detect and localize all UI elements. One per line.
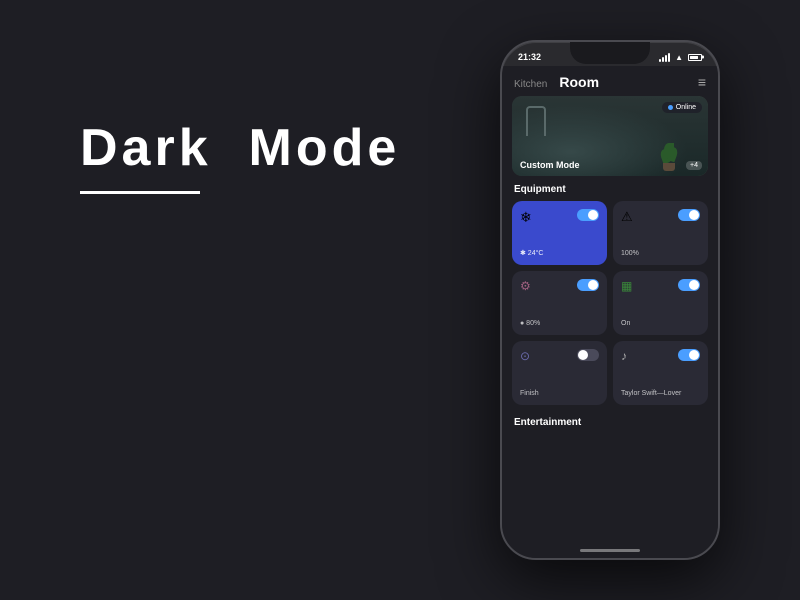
nav-left: Kitchen Room xyxy=(514,74,599,90)
finish-icon: ⊙ xyxy=(520,349,530,363)
ac-toggle[interactable] xyxy=(577,209,599,221)
equipment-card-finish[interactable]: ⊙ Finish xyxy=(512,341,607,405)
phone-outer: 21:32 ▲ Kitchen Room xyxy=(500,40,720,560)
equipment-card-ac[interactable]: ❄ ✱ 24°C xyxy=(512,201,607,265)
phone-mockup: 21:32 ▲ Kitchen Room xyxy=(500,40,720,560)
finish-value: Finish xyxy=(520,390,599,397)
plant-decoration xyxy=(660,136,678,171)
dimmer-toggle[interactable] xyxy=(577,279,599,291)
plug-icon: ▦ xyxy=(621,279,632,293)
wifi-icon: ▲ xyxy=(675,53,683,62)
home-indicator[interactable] xyxy=(580,549,640,552)
status-time: 21:32 xyxy=(518,52,541,62)
equipment-card-plug[interactable]: ▦ On xyxy=(613,271,708,335)
equipment-card-dimmer[interactable]: ⚙ ● 80% xyxy=(512,271,607,335)
music-value: Taylor Swift—Lover xyxy=(621,390,700,397)
nav-tabs: Kitchen Room ≡ xyxy=(502,66,718,96)
equipment-card-alert[interactable]: ⚠ 100% xyxy=(613,201,708,265)
card-top-plug: ▦ xyxy=(621,279,700,293)
finish-toggle[interactable] xyxy=(577,349,599,361)
plug-toggle[interactable] xyxy=(678,279,700,291)
card-top-music: ♪ xyxy=(621,349,700,363)
plus-count-badge: +4 xyxy=(686,161,702,170)
hero-image: Online Custom Mode +4 xyxy=(512,96,708,176)
menu-icon[interactable]: ≡ xyxy=(698,74,706,90)
online-dot xyxy=(668,105,673,110)
dimmer-icon: ⚙ xyxy=(520,279,531,293)
equipment-grid: ❄ ✱ 24°C ⚠ 100% xyxy=(502,201,718,405)
nav-kitchen-tab[interactable]: Kitchen xyxy=(514,79,547,90)
custom-mode-label: Custom Mode xyxy=(520,160,580,170)
alert-toggle[interactable] xyxy=(678,209,700,221)
title-underline xyxy=(80,191,200,194)
phone-notch xyxy=(570,42,650,64)
card-top-dimmer: ⚙ xyxy=(520,279,599,293)
plant-leaves xyxy=(661,141,677,163)
card-top-ac: ❄ xyxy=(520,209,599,226)
plant-pot xyxy=(663,163,675,171)
online-label: Online xyxy=(676,104,696,111)
online-badge: Online xyxy=(662,102,702,113)
battery-icon xyxy=(688,54,702,61)
title-section: Dark Mode xyxy=(80,120,400,194)
alert-value: 100% xyxy=(621,250,700,257)
ac-value: ✱ 24°C xyxy=(520,249,599,257)
leaf-3 xyxy=(664,143,674,157)
status-icons: ▲ xyxy=(659,53,702,62)
entertainment-section: Entertainment xyxy=(502,409,718,434)
phone-screen: Kitchen Room ≡ xyxy=(502,66,718,558)
faucet-decoration xyxy=(526,106,546,136)
plug-value: On xyxy=(621,320,700,327)
equipment-card-music[interactable]: ♪ Taylor Swift—Lover xyxy=(613,341,708,405)
alert-icon: ⚠ xyxy=(621,209,633,225)
ac-icon: ❄ xyxy=(520,209,532,226)
dimmer-value: ● 80% xyxy=(520,320,599,327)
equipment-section-title: Equipment xyxy=(502,176,718,201)
music-toggle[interactable] xyxy=(678,349,700,361)
page-title: Dark Mode xyxy=(80,120,400,177)
card-top-finish: ⊙ xyxy=(520,349,599,363)
signal-icon xyxy=(659,53,670,62)
music-icon: ♪ xyxy=(621,349,627,363)
card-top-alert: ⚠ xyxy=(621,209,700,225)
nav-room-tab[interactable]: Room xyxy=(559,74,599,90)
entertainment-section-title: Entertainment xyxy=(502,409,718,434)
